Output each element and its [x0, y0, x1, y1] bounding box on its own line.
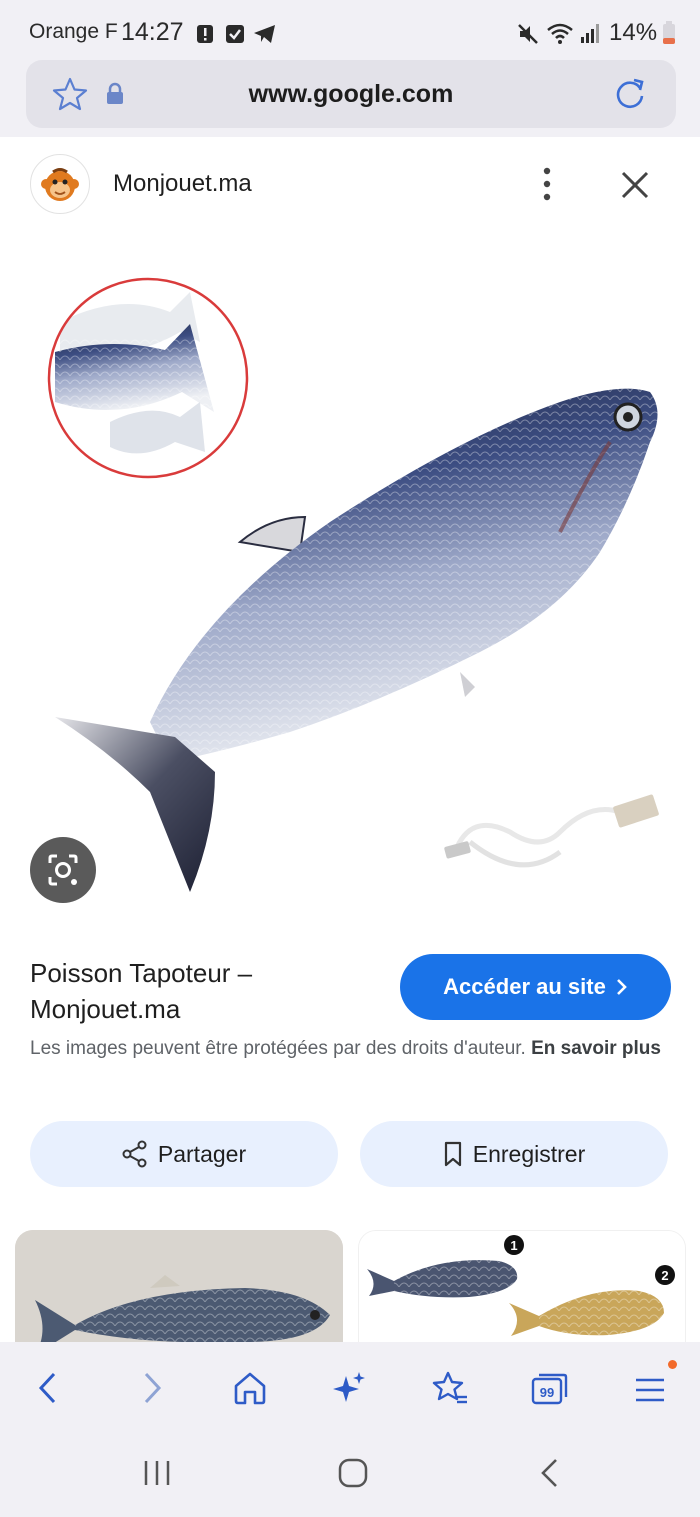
share-button[interactable]: Partager — [30, 1121, 338, 1187]
menu-button[interactable] — [624, 1362, 676, 1414]
bookmarks-button[interactable] — [424, 1362, 476, 1414]
checkbox-notification-icon — [226, 25, 244, 43]
svg-text:2: 2 — [661, 1268, 668, 1283]
visit-site-label: Accéder au site — [443, 974, 606, 999]
monkey-logo-icon — [41, 168, 79, 201]
battery-icon — [663, 21, 675, 44]
tabs-icon: 99 — [531, 1373, 568, 1405]
learn-more-link[interactable]: En savoir plus — [531, 1038, 661, 1059]
forward-arrow-icon — [144, 1372, 162, 1404]
product-image[interactable] — [0, 232, 700, 932]
save-label: Enregistrer — [472, 1140, 586, 1167]
svg-text:99: 99 — [540, 1385, 554, 1400]
home-button[interactable] — [224, 1362, 276, 1414]
svg-text:1: 1 — [510, 1238, 517, 1253]
alert-notification-icon — [197, 25, 213, 43]
home-system-icon[interactable] — [337, 1457, 369, 1489]
copyright-text: Les images peuvent être protégées par de… — [30, 1038, 526, 1059]
battery-percentage: 14% — [609, 19, 658, 46]
back-arrow-icon — [38, 1372, 56, 1404]
result-title[interactable]: Poisson Tapoteur – Monjouet.ma — [30, 955, 380, 1027]
related-image-thumbnail[interactable]: 1 2 — [358, 1230, 686, 1360]
reload-icon[interactable] — [612, 76, 648, 112]
chevron-right-icon — [616, 979, 627, 995]
status-bar: Orange F 14:27 14% — [0, 0, 700, 62]
site-favicon — [30, 154, 90, 214]
share-icon — [122, 1140, 147, 1168]
bookmark-icon — [444, 1141, 461, 1167]
forward-button[interactable] — [126, 1362, 178, 1414]
wifi-icon — [547, 23, 573, 44]
recent-apps-icon[interactable] — [142, 1458, 174, 1488]
signal-icon — [581, 24, 599, 43]
system-navigation-bar — [0, 1432, 700, 1517]
usb-cable-illustration — [444, 794, 659, 868]
telegram-notification-icon — [254, 25, 275, 43]
browser-bottom-nav: 99 — [0, 1342, 700, 1432]
tabs-button[interactable]: 99 — [524, 1362, 576, 1414]
ai-assistant-button[interactable] — [324, 1362, 376, 1414]
copyright-note: Les images peuvent être protégées par de… — [30, 1034, 670, 1063]
close-icon[interactable] — [620, 170, 650, 200]
home-icon — [234, 1372, 266, 1405]
back-system-icon[interactable] — [538, 1457, 562, 1489]
site-name[interactable]: Monjouet.ma — [113, 170, 252, 198]
fish-variants-thumbnail-illustration: 1 2 — [359, 1231, 685, 1359]
more-options-icon[interactable] — [537, 167, 557, 201]
sparkle-icon — [333, 1372, 365, 1402]
clock: 14:27 — [121, 18, 184, 46]
carrier-label: Orange F — [29, 20, 118, 43]
save-button[interactable]: Enregistrer — [360, 1121, 668, 1187]
related-image-thumbnail[interactable] — [15, 1230, 343, 1360]
bookmarks-star-list-icon — [432, 1371, 467, 1404]
fish-toy-illustration — [47, 277, 659, 892]
lock-icon[interactable] — [105, 82, 125, 106]
visit-site-button[interactable]: Accéder au site — [400, 954, 671, 1020]
bookmark-star-icon[interactable] — [52, 77, 88, 111]
lens-search-button[interactable] — [30, 837, 96, 903]
share-label: Partager — [157, 1140, 247, 1167]
back-button[interactable] — [22, 1362, 74, 1414]
mute-icon — [518, 24, 538, 44]
hamburger-menu-icon — [636, 1378, 664, 1402]
fish-thumbnail-illustration — [15, 1230, 343, 1360]
lens-icon — [48, 854, 78, 886]
notification-dot — [668, 1360, 677, 1369]
address-bar[interactable]: www.google.com — [26, 60, 676, 128]
